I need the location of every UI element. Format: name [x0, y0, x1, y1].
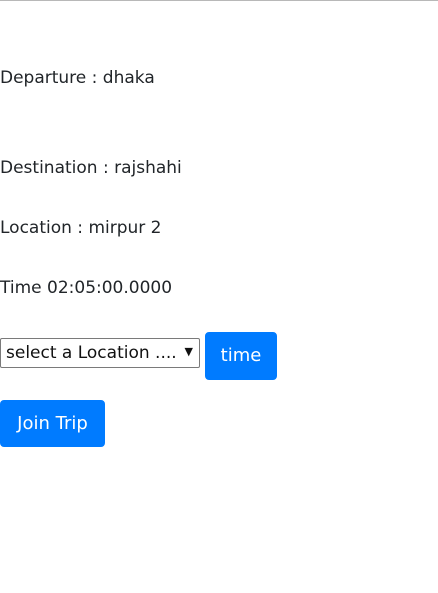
- destination-line: Destination : rajshahi: [0, 156, 182, 180]
- destination-value: rajshahi: [114, 158, 182, 178]
- location-line: Location : mirpur 2: [0, 216, 161, 240]
- departure-label: Departure :: [0, 68, 103, 88]
- time-button[interactable]: time: [205, 332, 277, 380]
- destination-label: Destination :: [0, 158, 115, 178]
- location-select-value: select a Location ....: [6, 343, 177, 363]
- departure-value: dhaka: [102, 68, 155, 88]
- chevron-down-icon: ▼: [184, 345, 193, 358]
- top-divider: [0, 0, 438, 1]
- location-label: Location :: [0, 218, 89, 238]
- location-select[interactable]: select a Location .... ▼: [0, 338, 200, 368]
- join-trip-button[interactable]: Join Trip: [0, 400, 105, 447]
- trip-details-page: Departure : dhaka Destination : rajshahi…: [0, 0, 438, 593]
- time-line: Time 02:05:00.0000: [0, 276, 172, 300]
- departure-line: Departure : dhaka: [0, 66, 155, 90]
- time-label: Time: [0, 278, 48, 298]
- time-value: 02:05:00.0000: [47, 278, 173, 298]
- location-value: mirpur 2: [88, 218, 162, 238]
